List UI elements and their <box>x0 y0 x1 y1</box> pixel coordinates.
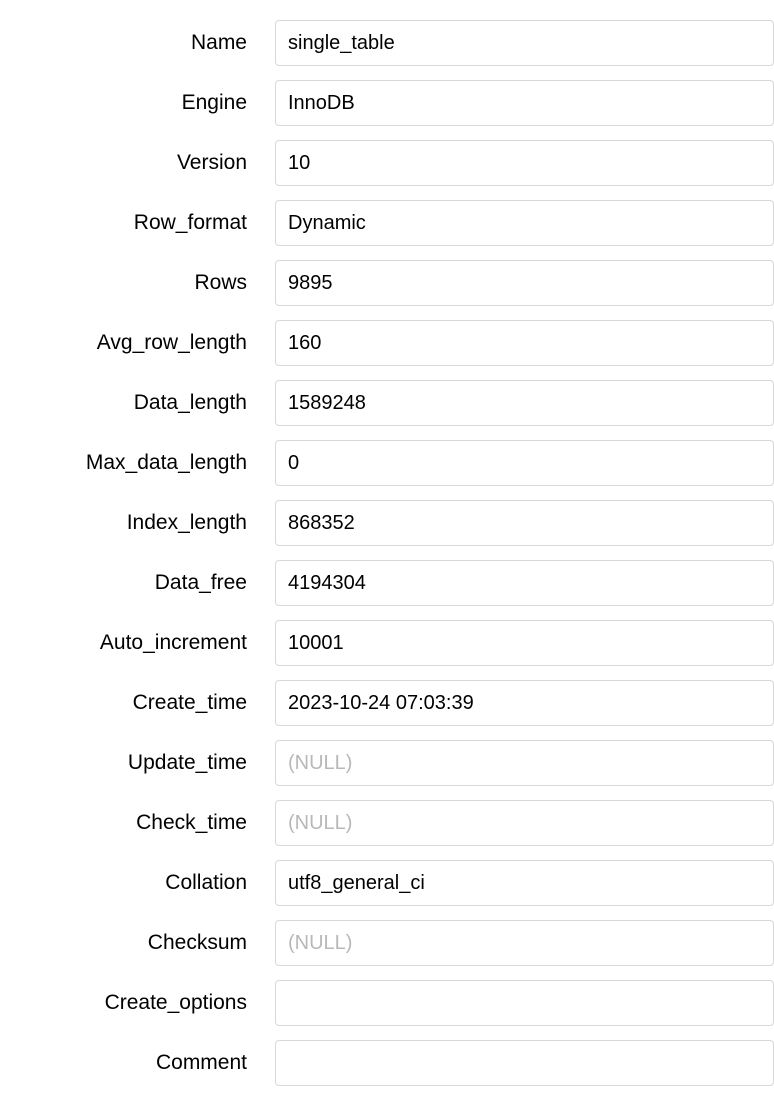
input-data-free[interactable] <box>275 560 774 606</box>
label-data-length: Data_length <box>0 391 275 415</box>
row-create-time: Create_time <box>0 680 774 726</box>
label-name: Name <box>0 31 275 55</box>
row-update-time: Update_time <box>0 740 774 786</box>
row-checksum: Checksum <box>0 920 774 966</box>
label-checksum: Checksum <box>0 931 275 955</box>
row-comment: Comment <box>0 1040 774 1086</box>
input-data-length[interactable] <box>275 380 774 426</box>
row-name: Name <box>0 20 774 66</box>
input-comment[interactable] <box>275 1040 774 1086</box>
input-auto-increment[interactable] <box>275 620 774 666</box>
label-index-length: Index_length <box>0 511 275 535</box>
input-index-length[interactable] <box>275 500 774 546</box>
row-avg-row-length: Avg_row_length <box>0 320 774 366</box>
input-max-data-length[interactable] <box>275 440 774 486</box>
input-engine[interactable] <box>275 80 774 126</box>
row-data-length: Data_length <box>0 380 774 426</box>
input-version[interactable] <box>275 140 774 186</box>
row-version: Version <box>0 140 774 186</box>
input-collation[interactable] <box>275 860 774 906</box>
row-index-length: Index_length <box>0 500 774 546</box>
row-data-free: Data_free <box>0 560 774 606</box>
input-check-time[interactable] <box>275 800 774 846</box>
label-data-free: Data_free <box>0 571 275 595</box>
label-collation: Collation <box>0 871 275 895</box>
label-create-options: Create_options <box>0 991 275 1015</box>
label-create-time: Create_time <box>0 691 275 715</box>
input-checksum[interactable] <box>275 920 774 966</box>
row-max-data-length: Max_data_length <box>0 440 774 486</box>
label-comment: Comment <box>0 1051 275 1075</box>
input-rows[interactable] <box>275 260 774 306</box>
input-create-options[interactable] <box>275 980 774 1026</box>
row-check-time: Check_time <box>0 800 774 846</box>
label-check-time: Check_time <box>0 811 275 835</box>
label-update-time: Update_time <box>0 751 275 775</box>
label-engine: Engine <box>0 91 275 115</box>
input-create-time[interactable] <box>275 680 774 726</box>
row-collation: Collation <box>0 860 774 906</box>
label-rows: Rows <box>0 271 275 295</box>
input-name[interactable] <box>275 20 774 66</box>
table-info-form: Name Engine Version Row_format Rows Avg_… <box>0 20 774 1100</box>
row-engine: Engine <box>0 80 774 126</box>
row-rows: Rows <box>0 260 774 306</box>
input-update-time[interactable] <box>275 740 774 786</box>
label-max-data-length: Max_data_length <box>0 451 275 475</box>
row-auto-increment: Auto_increment <box>0 620 774 666</box>
label-avg-row-length: Avg_row_length <box>0 331 275 355</box>
row-row-format: Row_format <box>0 200 774 246</box>
label-version: Version <box>0 151 275 175</box>
input-avg-row-length[interactable] <box>275 320 774 366</box>
row-create-options: Create_options <box>0 980 774 1026</box>
label-auto-increment: Auto_increment <box>0 631 275 655</box>
label-row-format: Row_format <box>0 211 275 235</box>
input-row-format[interactable] <box>275 200 774 246</box>
